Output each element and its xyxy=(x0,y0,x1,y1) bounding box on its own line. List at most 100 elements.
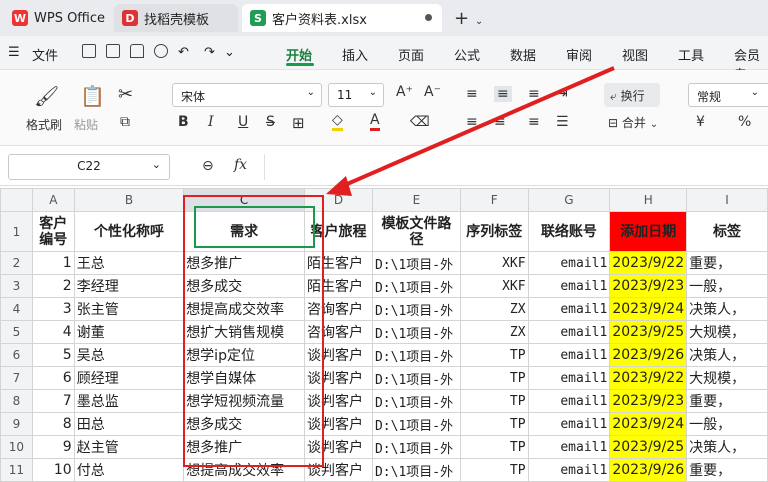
grid-cell[interactable]: ZX xyxy=(459,297,529,321)
save-icon[interactable] xyxy=(82,44,96,58)
grid-cell[interactable]: D:\1项目-外 xyxy=(371,343,461,367)
bold-button[interactable]: B xyxy=(178,114,189,130)
align-right-icon[interactable]: ≡ xyxy=(528,114,540,130)
border-icon[interactable]: ⊞ xyxy=(292,114,305,132)
font-color-icon[interactable]: A xyxy=(370,112,380,131)
percent-button[interactable]: % xyxy=(738,114,751,130)
copy-icon[interactable]: ⧉ xyxy=(120,114,130,130)
grid-cell[interactable]: 3 xyxy=(31,297,75,321)
grid-cell[interactable]: 5 xyxy=(31,343,75,367)
row-header[interactable]: 5 xyxy=(0,320,33,344)
italic-button[interactable]: I xyxy=(208,114,214,130)
grid-cell[interactable]: D:\1项目-外 xyxy=(371,435,461,459)
grid-cell[interactable]: D:\1项目-外 xyxy=(371,274,461,298)
align-left-icon[interactable]: ≡ xyxy=(466,114,478,130)
grid-cell[interactable]: 1 xyxy=(31,251,75,275)
grid-cell[interactable]: email1 xyxy=(527,366,611,390)
grid-cell[interactable]: 6 xyxy=(31,366,75,390)
grid-cell[interactable]: 2023/9/25 xyxy=(609,320,688,344)
grid-cell[interactable]: 2023/9/22 xyxy=(609,366,688,390)
header-cell[interactable]: 模板文件路径 xyxy=(371,211,461,252)
grid-cell[interactable]: 决策人， xyxy=(686,343,768,367)
print-icon[interactable] xyxy=(130,44,144,58)
row-header[interactable]: 2 xyxy=(0,251,33,275)
tab-document[interactable]: S 客户资料表.xlsx xyxy=(242,4,442,32)
menu-insert[interactable]: 插入 xyxy=(342,45,368,64)
fill-color-icon[interactable]: ◇ xyxy=(332,112,343,131)
column-header[interactable]: B xyxy=(73,188,185,212)
grid-cell[interactable]: D:\1项目-外 xyxy=(371,389,461,413)
grid-cell[interactable]: 8 xyxy=(31,412,75,436)
new-tab-icon[interactable]: + ⌄ xyxy=(454,8,483,29)
menu-home[interactable]: 开始 xyxy=(286,45,312,64)
grid-cell[interactable]: D:\1项目-外 xyxy=(371,412,461,436)
grid-cell[interactable]: 吴总 xyxy=(73,343,185,367)
grid-cell[interactable]: TP xyxy=(459,343,529,367)
menu-tools[interactable]: 工具 xyxy=(678,45,704,64)
grid-cell[interactable]: 2023/9/26 xyxy=(609,343,688,367)
font-size-select[interactable]: 11 ⌄ xyxy=(328,83,384,107)
grid-cell[interactable]: D:\1项目-外 xyxy=(371,251,461,275)
grid-cell[interactable]: 2023/9/23 xyxy=(609,389,688,413)
grid-cell[interactable]: 大规模， xyxy=(686,320,768,344)
grid-cell[interactable]: TP xyxy=(459,389,529,413)
grid-cell[interactable]: 10 xyxy=(31,458,75,482)
align-center-icon[interactable]: ≡ xyxy=(494,114,506,130)
row-header[interactable]: 7 xyxy=(0,366,33,390)
grid-cell[interactable]: 2023/9/22 xyxy=(609,251,688,275)
row-header[interactable]: 1 xyxy=(0,211,33,252)
formula-input[interactable] xyxy=(264,154,764,180)
currency-button[interactable]: ¥ xyxy=(696,114,705,130)
grid-cell[interactable]: email1 xyxy=(527,343,611,367)
header-cell[interactable]: 标签 xyxy=(686,211,768,252)
grid-cell[interactable]: 王总 xyxy=(73,251,185,275)
grid-cell[interactable]: 墨总监 xyxy=(73,389,185,413)
grid-cell[interactable]: TP xyxy=(459,366,529,390)
grid-cell[interactable]: 2023/9/25 xyxy=(609,435,688,459)
grid-cell[interactable]: email1 xyxy=(527,389,611,413)
grid-cell[interactable]: email1 xyxy=(527,251,611,275)
grid-cell[interactable]: XKF xyxy=(459,251,529,275)
menu-data[interactable]: 数据 xyxy=(510,45,536,64)
header-cell[interactable]: 客户编号 xyxy=(31,211,75,252)
dropdown-icon[interactable]: ⌄ xyxy=(224,45,235,60)
row-header[interactable]: 10 xyxy=(0,435,33,459)
menu-formula[interactable]: 公式 xyxy=(454,45,480,64)
grid-cell[interactable]: 顾经理 xyxy=(73,366,185,390)
select-all-corner[interactable] xyxy=(0,188,33,212)
grid-cell[interactable]: 一般， xyxy=(686,412,768,436)
align-bottom-icon[interactable]: ≡ xyxy=(528,86,540,102)
grid-cell[interactable]: 付总 xyxy=(73,458,185,482)
menu-review[interactable]: 审阅 xyxy=(566,45,592,64)
row-header[interactable]: 6 xyxy=(0,343,33,367)
cut-icon[interactable]: ✂ xyxy=(118,84,133,105)
row-header[interactable]: 3 xyxy=(0,274,33,298)
grid-cell[interactable]: 谢董 xyxy=(73,320,185,344)
menu-icon[interactable]: ☰ xyxy=(8,45,20,60)
header-cell[interactable]: 添加日期 xyxy=(609,211,688,252)
grid-cell[interactable]: D:\1项目-外 xyxy=(371,320,461,344)
menu-page[interactable]: 页面 xyxy=(398,45,424,64)
decrease-font-icon[interactable]: A⁻ xyxy=(424,84,441,100)
grid-cell[interactable]: 2023/9/24 xyxy=(609,412,688,436)
preview-icon[interactable] xyxy=(154,44,168,58)
column-header[interactable]: I xyxy=(686,188,768,212)
merge-button[interactable]: ⊟ 合并 ⌄ xyxy=(608,114,658,131)
grid-cell[interactable]: ZX xyxy=(459,320,529,344)
menu-file[interactable]: 文件 xyxy=(32,45,58,64)
grid-cell[interactable]: 大规模， xyxy=(686,366,768,390)
grid-cell[interactable]: email1 xyxy=(527,412,611,436)
grid-cell[interactable]: 9 xyxy=(31,435,75,459)
row-header[interactable]: 9 xyxy=(0,412,33,436)
grid-cell[interactable]: 一般， xyxy=(686,274,768,298)
grid-cell[interactable]: 4 xyxy=(31,320,75,344)
function-icon[interactable]: fx xyxy=(234,157,247,173)
column-header[interactable]: H xyxy=(609,188,688,212)
font-family-select[interactable]: 宋体 ⌄ xyxy=(172,83,322,107)
increase-font-icon[interactable]: A⁺ xyxy=(396,84,413,100)
header-cell[interactable]: 序列标签 xyxy=(459,211,529,252)
grid-cell[interactable]: 重要， xyxy=(686,251,768,275)
grid-cell[interactable]: 决策人， xyxy=(686,435,768,459)
tab-wps-office[interactable]: W WPS Office xyxy=(4,4,110,32)
grid-cell[interactable]: TP xyxy=(459,412,529,436)
